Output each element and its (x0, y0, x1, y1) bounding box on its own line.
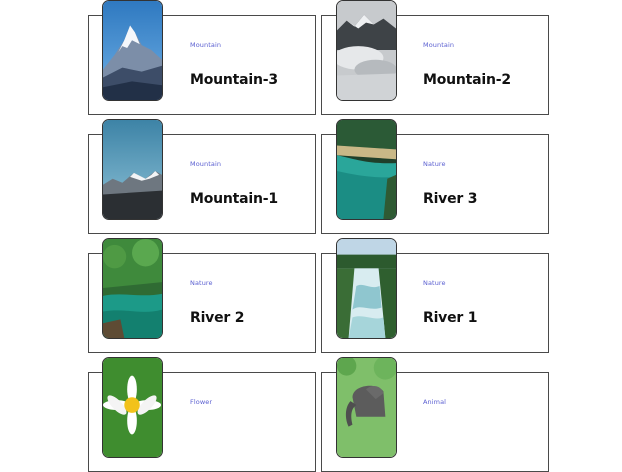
card-title[interactable]: River 1 (423, 310, 478, 326)
card-category: Mountain (423, 41, 455, 49)
card-title[interactable]: Mountain-3 (190, 72, 278, 88)
card-title[interactable]: Mountain-2 (423, 72, 511, 88)
card-image[interactable] (336, 119, 397, 220)
rapids-river-image (337, 239, 396, 338)
card-image[interactable] (336, 357, 397, 458)
green-river-image (103, 239, 162, 338)
card-category: Mountain (190, 41, 222, 49)
card-category: Mountain (190, 160, 222, 168)
elephant-image (337, 358, 396, 457)
card-image[interactable] (102, 119, 163, 220)
daisy-flower-image (103, 358, 162, 457)
card-title[interactable]: River 2 (190, 310, 245, 326)
card-image[interactable] (102, 238, 163, 339)
card-title[interactable]: River 3 (423, 191, 478, 207)
misty-mountain-image (337, 1, 396, 100)
card-category: Animal (423, 398, 447, 406)
forest-river-image (337, 120, 396, 219)
mountain-range-sky-image (103, 120, 162, 219)
card-category: Nature (423, 279, 446, 287)
card-category: Nature (423, 160, 446, 168)
card-image[interactable] (102, 357, 163, 458)
card-image[interactable] (336, 0, 397, 101)
card-grid: Mountain Mountain-3 Mountain Mountain-2 … (0, 0, 622, 472)
card-image[interactable] (336, 238, 397, 339)
card-category: Flower (190, 398, 213, 406)
card-title[interactable]: Mountain-1 (190, 191, 278, 207)
snowy-mountain-peak-image (103, 1, 162, 100)
card-image[interactable] (102, 0, 163, 101)
card-category: Nature (190, 279, 213, 287)
